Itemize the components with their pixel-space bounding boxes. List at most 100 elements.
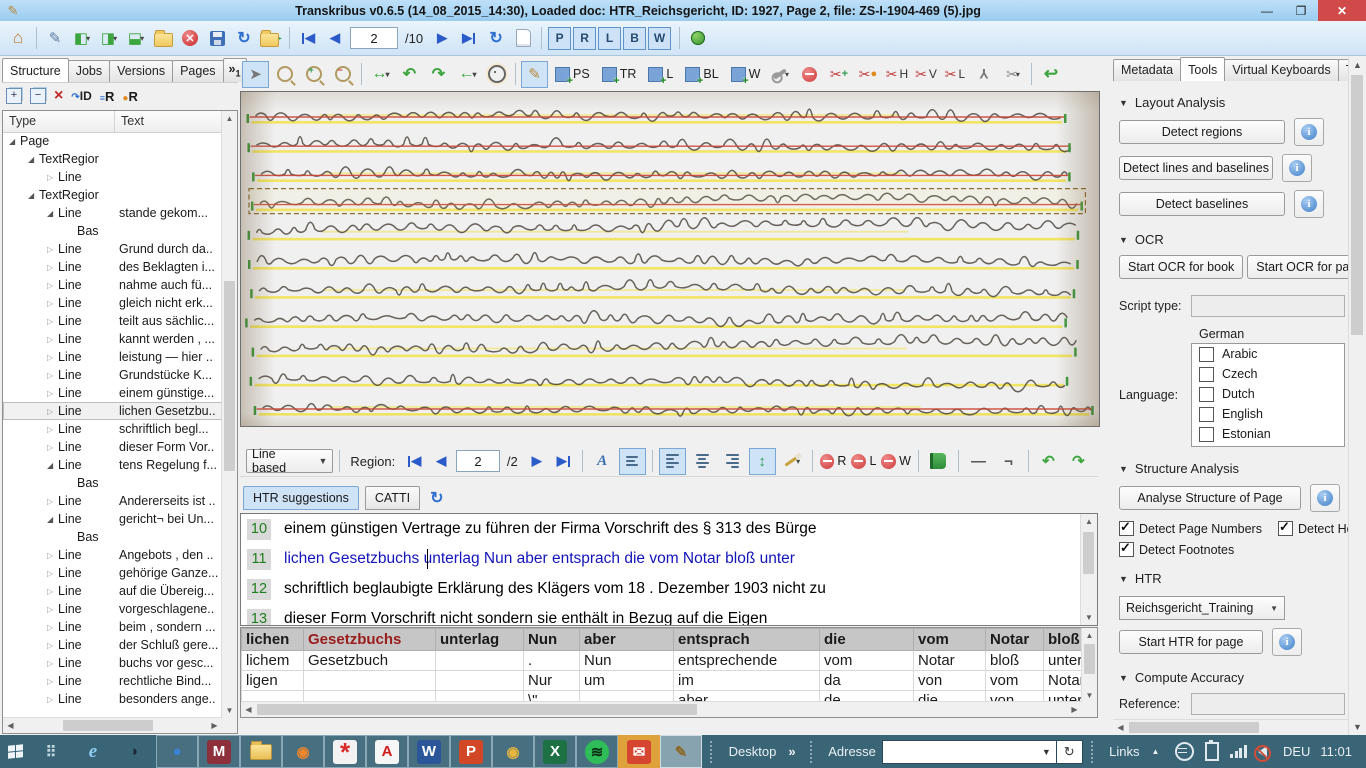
line-text[interactable]: schriftlich beglaubigte Erklärung des Kl…	[284, 580, 826, 598]
tree-row[interactable]: ▷Linegleich nicht erk...	[3, 294, 222, 312]
first-page-icon[interactable]: ◀	[296, 26, 320, 50]
expander-icon[interactable]: ▷	[47, 263, 58, 272]
shape-tools-wrench-icon[interactable]: ▾	[767, 61, 794, 88]
language-option[interactable]: Estonian	[1192, 424, 1344, 444]
line-text[interactable]: dieser Form Vorschrift nicht sondern sie…	[284, 610, 767, 626]
zoom-out-icon[interactable]: −	[329, 61, 356, 88]
start-htr-button[interactable]: Start HTR for page	[1119, 630, 1263, 654]
tree-col-type[interactable]: Type	[3, 111, 115, 132]
close-button[interactable]: ✕	[1318, 0, 1366, 21]
delete-line-text-icon[interactable]: L	[850, 448, 877, 475]
tree-row[interactable]: ◢TextRegior	[3, 186, 222, 204]
word-column-header[interactable]: Gesetzbuchs	[304, 629, 436, 651]
save-icon[interactable]	[205, 26, 229, 50]
expander-icon[interactable]: ▷	[47, 551, 58, 560]
detect-baselines-info-icon[interactable]: i	[1294, 190, 1324, 218]
next-region-icon[interactable]: ▶	[525, 449, 549, 473]
expander-icon[interactable]: ▷	[47, 281, 58, 290]
expander-icon[interactable]: ▷	[47, 407, 58, 416]
tree-row[interactable]: ◢Linetens Regelung f...	[3, 456, 222, 474]
add-textregion-button[interactable]: TR	[597, 61, 642, 88]
prev-page-icon[interactable]: ◀	[323, 26, 347, 50]
start-ocr-book-button[interactable]: Start OCR for book	[1119, 255, 1243, 279]
delete-word-text-icon[interactable]: W	[880, 448, 912, 475]
suggestions-refresh-icon[interactable]: ↻	[430, 488, 443, 508]
expander-icon[interactable]: ▷	[47, 317, 58, 326]
transcript-mode-select[interactable]: Line based▼	[246, 449, 333, 473]
edit-pen-icon[interactable]: ✎	[43, 26, 67, 50]
word-alternative-cell[interactable]: Notar	[914, 651, 986, 671]
word-alternative-cell[interactable]: da	[820, 671, 914, 691]
section-layout-analysis[interactable]: ▼Layout Analysis	[1119, 95, 1349, 110]
delete-node-icon[interactable]: ×	[54, 87, 63, 105]
transcript-line[interactable]: 11lichen Gesetzbuchs unterlag Nun aber e…	[241, 544, 1097, 574]
tree-row[interactable]: ▷Linerechtliche Bind...	[3, 672, 222, 690]
expander-icon[interactable]: ◢	[47, 515, 58, 524]
language-checkbox[interactable]	[1199, 407, 1214, 422]
tree-vertical-scrollbar[interactable]: ▲ ▼	[221, 111, 237, 733]
focus-target-icon[interactable]	[483, 61, 510, 88]
expander-icon[interactable]: ▷	[47, 353, 58, 362]
word-column-header[interactable]: vom	[914, 629, 986, 651]
taskbar-firefox-icon[interactable]: ◉	[282, 735, 324, 768]
word-alternative-cell[interactable]: .	[524, 651, 580, 671]
analyse-structure-info-icon[interactable]: i	[1310, 484, 1340, 512]
keyboard-language-indicator[interactable]: DEU	[1283, 744, 1310, 759]
battery-tray-icon[interactable]	[1205, 742, 1219, 761]
tab-structure[interactable]: Structure	[2, 58, 69, 82]
desktop-toolbar-label[interactable]: Desktop	[729, 744, 777, 759]
language-option[interactable]: Dutch	[1192, 384, 1344, 404]
line-list-icon[interactable]	[619, 448, 646, 475]
vertical-fit-icon[interactable]: ↕	[749, 448, 776, 475]
remove-point-scissors-icon[interactable]: ✂●	[854, 61, 881, 88]
tree-row[interactable]: ▷Lineschriftlich begl...	[3, 420, 222, 438]
align-left-icon[interactable]	[659, 448, 686, 475]
home-icon[interactable]: ⌂	[6, 26, 30, 50]
select-cursor-icon[interactable]: ➤	[242, 61, 269, 88]
merge-shapes-icon[interactable]: Y	[970, 61, 997, 88]
add-line-button[interactable]: L	[643, 61, 678, 88]
tab-catti[interactable]: CATTI	[365, 486, 420, 510]
tree-row[interactable]: Bas	[3, 222, 222, 240]
tree-row[interactable]: ▷Linebuchs vor gesc...	[3, 654, 222, 672]
language-option[interactable]: Czech	[1192, 364, 1344, 384]
style-brush-icon[interactable]: ▾	[779, 448, 806, 475]
edit-mode-pencil-icon[interactable]: ✎	[521, 61, 548, 88]
word-alternative-cell[interactable]: lichem	[242, 651, 304, 671]
word-alternative-cell[interactable]: bloß	[986, 651, 1044, 671]
taskbar-app-grid-icon[interactable]: ⠿	[30, 735, 72, 768]
language-option[interactable]: Arabic	[1192, 344, 1344, 364]
taskbar-clock[interactable]: 11:01	[1320, 744, 1352, 759]
tree-row[interactable]: ▷Linegehörige Ganze...	[3, 564, 222, 582]
tree-row[interactable]: ▷LineGrund durch da..	[3, 240, 222, 258]
expander-icon[interactable]: ▷	[47, 173, 58, 182]
tree-horizontal-scrollbar[interactable]: ◀ ▶	[3, 717, 222, 733]
word-alternative-cell[interactable]: um	[580, 671, 674, 691]
prev-region-icon[interactable]: ◀	[429, 449, 453, 473]
word-column-header[interactable]: lichen	[242, 629, 304, 651]
rotate-right-icon[interactable]: ↷	[425, 61, 452, 88]
word-alternative-cell[interactable]: vom	[820, 651, 914, 671]
revert-icon[interactable]: ↩	[1037, 61, 1064, 88]
dictionary-book-icon[interactable]	[925, 448, 952, 475]
tree-row[interactable]: ▷Linevorgeschlagene..	[3, 600, 222, 618]
taskbar-powerpoint-icon[interactable]: P	[450, 735, 492, 768]
links-arrow-icon[interactable]: ▲	[1152, 747, 1160, 756]
tree-row[interactable]: ▷LineAndererseits ist ..	[3, 492, 222, 510]
reference-field[interactable]	[1191, 693, 1345, 715]
tab-htr-suggestions[interactable]: HTR suggestions	[243, 486, 359, 510]
detect-regions-info-icon[interactable]: i	[1294, 118, 1324, 146]
reload-icon[interactable]: ↻	[232, 26, 256, 50]
word-alternative-cell[interactable]	[304, 671, 436, 691]
section-structure-analysis[interactable]: ▼Structure Analysis	[1119, 461, 1349, 476]
restore-button[interactable]: ❐	[1284, 0, 1318, 21]
add-word-button[interactable]: W	[726, 61, 766, 88]
expander-icon[interactable]: ▷	[47, 587, 58, 596]
detect-page-numbers-checkbox[interactable]	[1119, 521, 1134, 536]
tab-virtual-keyboards[interactable]: Virtual Keyboards	[1224, 59, 1338, 81]
taskbar-excel-icon[interactable]: X	[534, 735, 576, 768]
script-type-field[interactable]	[1191, 295, 1345, 317]
word-alternative-cell[interactable]: ligen	[242, 671, 304, 691]
network-tray-icon[interactable]	[1175, 742, 1194, 761]
move-icon[interactable]: ←▾	[454, 61, 481, 88]
